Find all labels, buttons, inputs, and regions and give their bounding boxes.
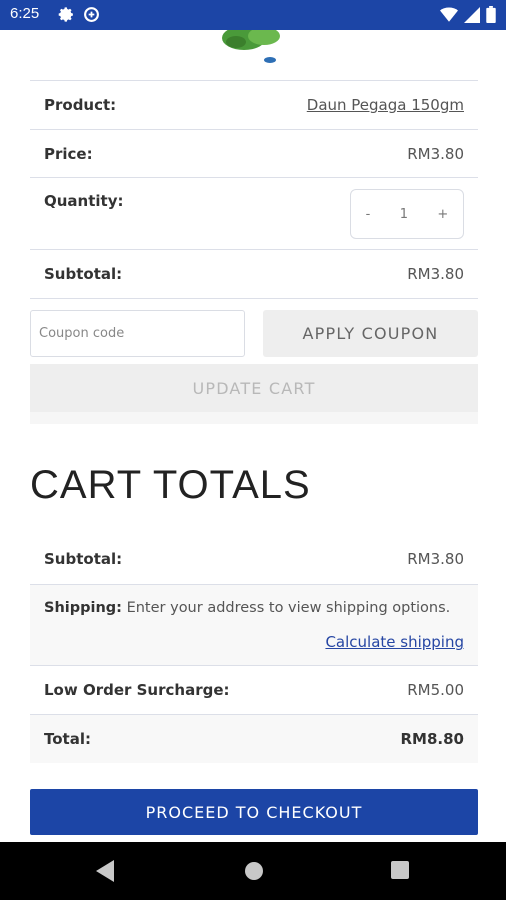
product-link[interactable]: Daun Pegaga 150gm: [307, 96, 464, 114]
surcharge-label: Low Order Surcharge:: [44, 681, 230, 699]
item-subtotal-row: Subtotal: RM3.80: [30, 250, 478, 298]
quantity-value[interactable]: 1: [400, 207, 408, 222]
price-value: RM3.80: [407, 144, 464, 163]
back-icon[interactable]: [96, 860, 116, 882]
shipping-label: Shipping:: [44, 600, 122, 616]
totals-subtotal-row: Subtotal: RM3.80: [30, 535, 478, 583]
quantity-label: Quantity:: [44, 192, 124, 210]
total-label: Total:: [44, 730, 91, 748]
totals-subtotal-label: Subtotal:: [44, 550, 123, 568]
product-image: [222, 30, 280, 63]
data-saver-icon: [84, 7, 99, 22]
signal-icon: [464, 6, 480, 23]
totals-subtotal-value: RM3.80: [407, 550, 464, 568]
calculate-shipping-link[interactable]: Calculate shipping: [325, 633, 464, 651]
recents-icon[interactable]: [390, 860, 410, 880]
cart-page: Product: Daun Pegaga 150gm Price: RM3.80…: [0, 30, 506, 842]
update-cart-button[interactable]: UPDATE CART: [30, 364, 478, 412]
settings-icon: [58, 7, 73, 22]
item-subtotal-label: Subtotal:: [44, 265, 123, 283]
wifi-icon: [440, 7, 458, 22]
shipping-text: Enter your address to view shipping opti…: [126, 600, 451, 616]
home-icon[interactable]: [243, 860, 265, 882]
product-label: Product:: [44, 96, 117, 114]
navigation-bar: [0, 842, 506, 900]
status-bar: 6:25: [0, 0, 506, 30]
surcharge-row: Low Order Surcharge: RM5.00: [30, 666, 478, 714]
surcharge-value: RM5.00: [407, 681, 464, 699]
quantity-stepper[interactable]: - 1 +: [350, 189, 464, 239]
apply-coupon-button[interactable]: APPLY COUPON: [263, 310, 478, 357]
status-time: 6:25: [10, 5, 40, 22]
price-label: Price:: [44, 144, 93, 163]
battery-icon: [486, 6, 496, 23]
product-row: Product: Daun Pegaga 150gm: [30, 81, 478, 129]
shipping-info: Shipping: Enter your address to view shi…: [44, 600, 450, 616]
coupon-code-input[interactable]: Coupon code: [30, 310, 245, 357]
proceed-to-checkout-button[interactable]: PROCEED TO CHECKOUT: [30, 789, 478, 835]
total-value: RM8.80: [400, 730, 465, 748]
price-row: Price: RM3.80: [30, 130, 478, 177]
cart-totals-heading: CART TOTALS: [30, 463, 311, 507]
item-subtotal-value: RM3.80: [407, 265, 464, 283]
quantity-decrement-button[interactable]: -: [366, 207, 371, 222]
total-row: Total: RM8.80: [30, 715, 478, 763]
quantity-increment-button[interactable]: +: [437, 207, 448, 222]
